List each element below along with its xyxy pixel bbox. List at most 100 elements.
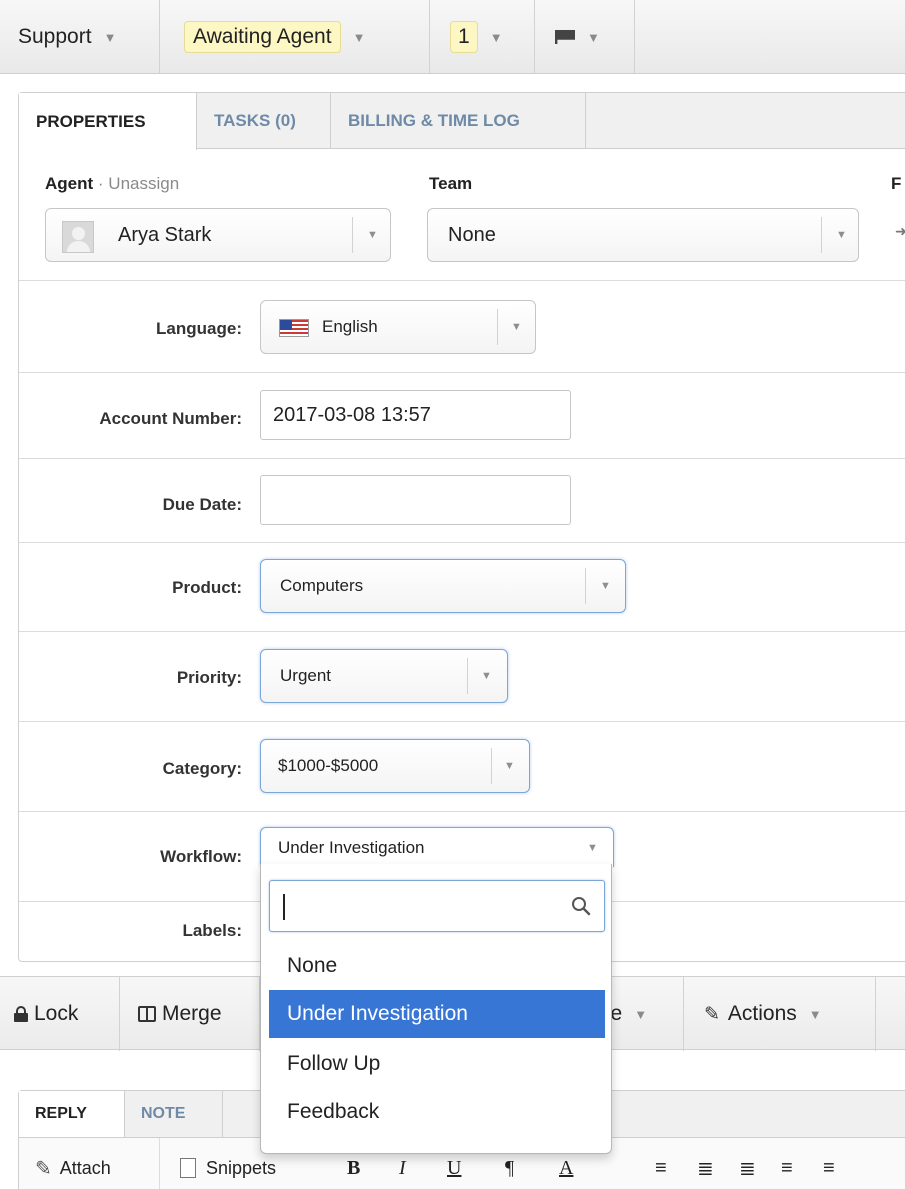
tab-reply[interactable]: REPLY	[19, 1091, 125, 1137]
urgency-badge: 1	[450, 21, 478, 53]
tab-properties[interactable]: PROPERTIES	[19, 93, 197, 150]
workflow-search-box[interactable]	[269, 880, 605, 932]
snippets-button[interactable]: Snippets	[159, 1138, 276, 1189]
priority-label: Priority:	[176, 668, 242, 687]
chevron-down-icon: ▼	[587, 842, 598, 854]
arrow-right-icon: ➜	[895, 223, 905, 239]
merge-icon	[138, 1006, 156, 1022]
us-flag-icon	[279, 319, 309, 337]
lock-button[interactable]: Lock	[0, 977, 120, 1051]
department-menu[interactable]: Support ▼	[0, 0, 160, 74]
team-label: Team	[429, 174, 473, 193]
row-divider	[19, 811, 905, 812]
chevron-down-icon: ▼	[600, 580, 611, 592]
team-select[interactable]: None ▼	[427, 208, 859, 262]
status-badge: Awaiting Agent	[184, 21, 341, 53]
select-separator	[585, 568, 586, 604]
labels-label: Labels:	[182, 921, 242, 940]
workflow-option-none[interactable]: None	[269, 942, 605, 990]
department-label: Support	[18, 25, 92, 48]
tab-tasks[interactable]: TASKS (0)	[197, 93, 331, 149]
lock-icon	[14, 1006, 28, 1022]
flag-icon	[555, 30, 575, 44]
row-divider	[19, 631, 905, 632]
chevron-down-icon: ▼	[634, 1006, 648, 1022]
workflow-option-feedback[interactable]: Feedback	[269, 1088, 605, 1136]
select-separator	[497, 309, 498, 345]
actions-label: Actions	[727, 1002, 797, 1025]
edit-icon: ✎	[704, 1003, 720, 1025]
chevron-down-icon: ▼	[836, 229, 847, 241]
due-date-field[interactable]	[260, 475, 571, 525]
merge-divider-shape	[146, 1008, 148, 1020]
workflow-option-under-investigation[interactable]: Under Investigation	[269, 990, 605, 1038]
merge-label: Merge	[162, 1002, 222, 1025]
actions-menu[interactable]: ✎ Actions ▼	[684, 977, 876, 1051]
agent-label: Agent	[45, 174, 94, 193]
product-label: Product:	[172, 578, 242, 597]
attach-button[interactable]: ✎ Attach	[35, 1138, 111, 1189]
due-date-label: Due Date:	[162, 495, 242, 514]
select-separator	[352, 217, 353, 253]
chevron-down-icon: ▼	[511, 321, 522, 333]
agent-select[interactable]: Arya Stark ▼	[45, 208, 391, 262]
select-separator	[491, 748, 492, 784]
workflow-label: Workflow:	[160, 847, 242, 866]
chevron-down-icon: ▼	[103, 29, 117, 45]
team-value: None	[448, 223, 496, 246]
row-divider	[19, 458, 905, 459]
category-select[interactable]: $1000-$5000 ▼	[260, 739, 530, 793]
followers-label: F	[891, 174, 902, 193]
attach-label: Attach	[59, 1157, 111, 1178]
ticket-toolbar: Support ▼ Awaiting Agent ▼ 1 ▼ ▼	[0, 0, 905, 74]
workflow-select[interactable]: Under Investigation ▼	[260, 827, 614, 867]
properties-tabs: PROPERTIES TASKS (0) BILLING & TIME LOG	[19, 93, 905, 150]
snippets-icon	[180, 1158, 196, 1178]
properties-panel: PROPERTIES TASKS (0) BILLING & TIME LOG …	[18, 92, 905, 962]
snippets-label: Snippets	[206, 1157, 277, 1178]
agent-label-group: Agent · Unassign	[45, 174, 179, 194]
chevron-down-icon: ▼	[489, 29, 503, 45]
paperclip-icon: ✎	[35, 1157, 52, 1180]
account-number-field[interactable]: 2017-03-08 13:57	[260, 390, 571, 440]
indent-icon[interactable]: ≡	[823, 1138, 835, 1189]
row-divider	[19, 542, 905, 543]
status-menu[interactable]: Awaiting Agent ▼	[160, 0, 430, 74]
urgency-menu[interactable]: 1 ▼	[430, 0, 535, 74]
numbered-list-icon[interactable]: ≣	[739, 1138, 756, 1189]
align-left-icon[interactable]: ≡	[655, 1138, 667, 1189]
flag-menu[interactable]: ▼	[535, 0, 635, 74]
row-divider	[19, 372, 905, 373]
chevron-down-icon: ▼	[481, 670, 492, 682]
outdent-icon[interactable]: ≡	[781, 1138, 793, 1189]
search-icon	[572, 897, 591, 916]
language-select[interactable]: English ▼	[260, 300, 536, 354]
unassign-link[interactable]: · Unassign	[98, 174, 179, 193]
merge-button[interactable]: Merge	[120, 977, 260, 1051]
bullet-list-icon[interactable]: ≣	[697, 1138, 714, 1189]
tab-billing-time-log[interactable]: BILLING & TIME LOG	[331, 93, 586, 149]
product-value: Computers	[280, 576, 364, 595]
select-separator	[821, 217, 822, 253]
chevron-down-icon: ▼	[587, 29, 600, 45]
lock-label: Lock	[34, 1002, 79, 1025]
avatar-body-shape	[67, 241, 90, 252]
language-label: Language:	[156, 319, 242, 338]
priority-value: Urgent	[280, 666, 332, 685]
account-number-label: Account Number:	[99, 409, 242, 428]
chevron-down-icon: ▼	[352, 29, 366, 45]
workflow-value: Under Investigation	[278, 837, 425, 857]
workflow-option-follow-up[interactable]: Follow Up	[269, 1040, 605, 1088]
category-label: Category:	[162, 759, 242, 778]
category-value: $1000-$5000	[278, 756, 379, 775]
chevron-down-icon: ▼	[808, 1006, 822, 1022]
row-divider	[19, 721, 905, 722]
workflow-dropdown: None Under Investigation Follow Up Feedb…	[260, 864, 612, 1154]
priority-select[interactable]: Urgent ▼	[260, 649, 508, 703]
chevron-down-icon: ▼	[504, 760, 515, 772]
workflow-search-input[interactable]	[280, 889, 560, 923]
tab-note[interactable]: NOTE	[125, 1091, 223, 1137]
avatar-placeholder-icon	[72, 227, 85, 240]
avatar	[62, 221, 94, 253]
product-select[interactable]: Computers ▼	[260, 559, 626, 613]
